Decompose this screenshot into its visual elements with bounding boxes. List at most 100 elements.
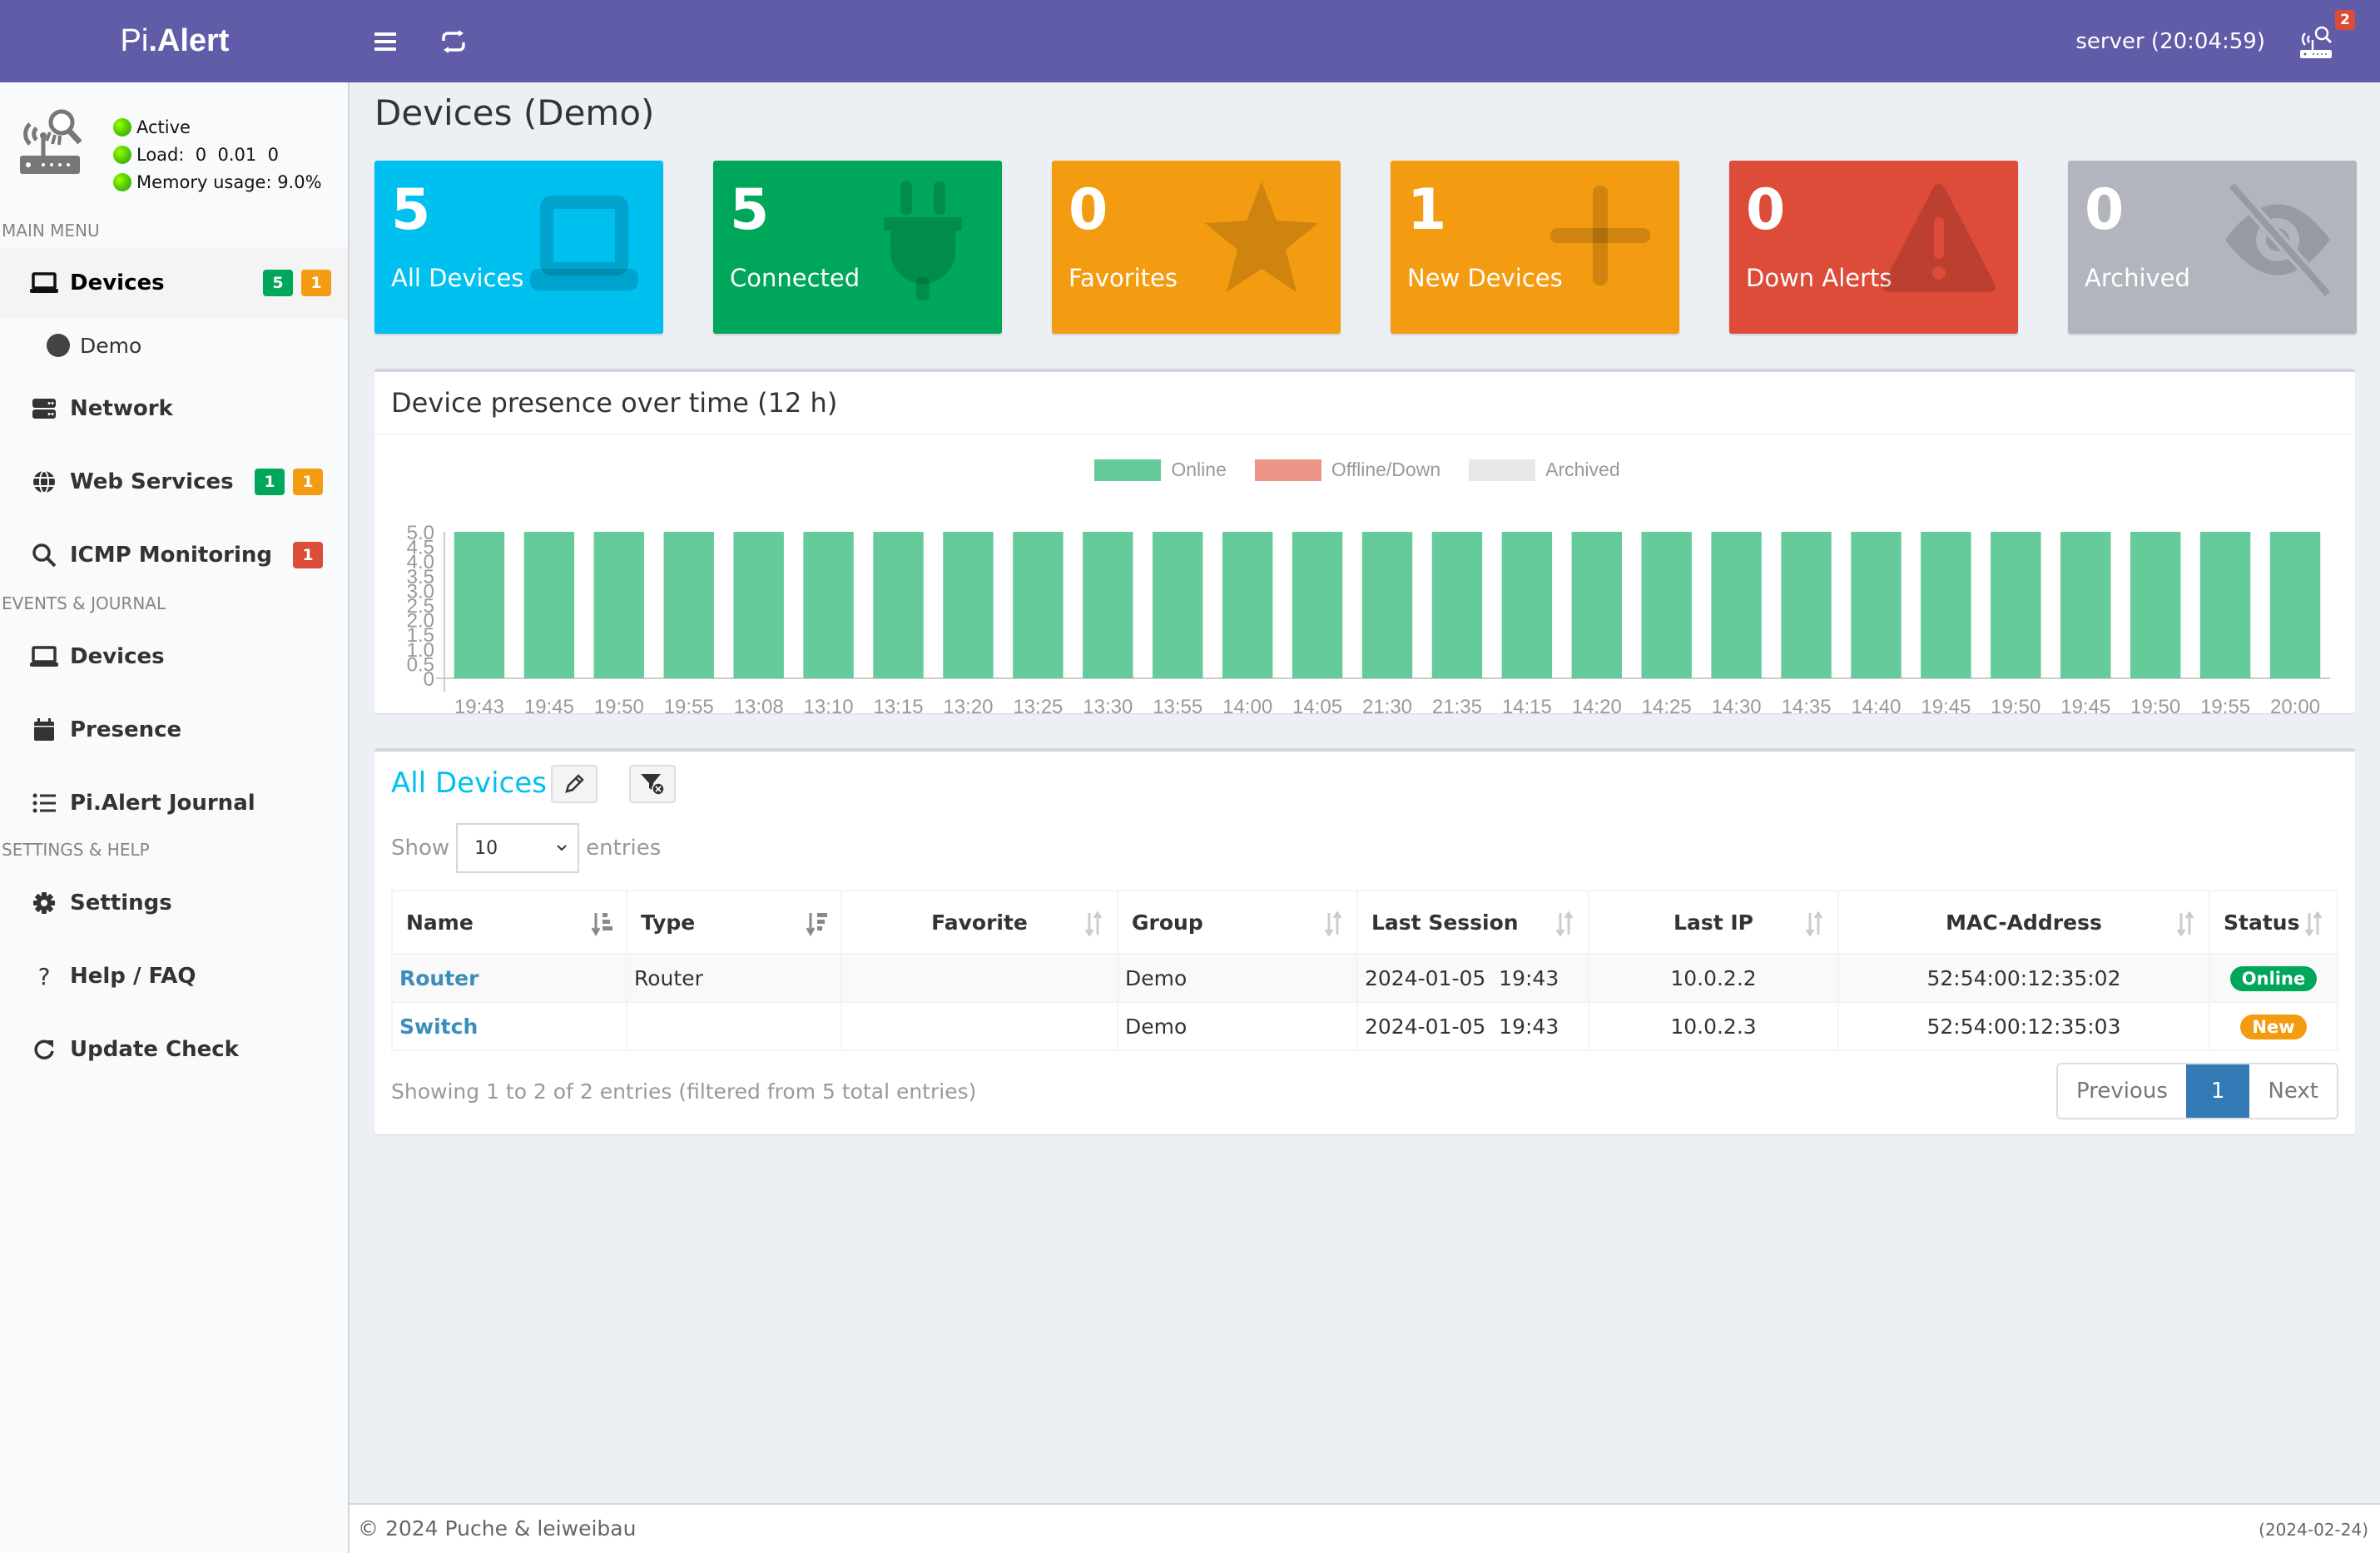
column-header-last-ip[interactable]: Last IP	[1588, 890, 1839, 955]
legend-item-offline[interactable]: Offline/Down	[1254, 459, 1440, 481]
clear-filter-button[interactable]	[629, 765, 676, 803]
sort-both-icon	[2176, 911, 2194, 936]
table-header-bar: All Devices	[374, 752, 2355, 810]
scan-status-text: Active	[136, 117, 191, 137]
x-tick-label: 14:05	[1292, 696, 1342, 718]
pagination-page-1[interactable]: 1	[2185, 1064, 2250, 1118]
stat-box-down-alerts[interactable]: 0 Down Alerts	[1729, 161, 2018, 334]
memory-status: Memory usage: 9.0%	[113, 172, 322, 192]
web-services-warning-badge: 1	[293, 469, 323, 495]
table-header-row: Name Type Favorite Group Last Session La…	[391, 890, 2338, 955]
copyright-text: © 2024 Puche & leiweibau	[358, 1516, 637, 1541]
memory-text: Memory usage: 9.0%	[136, 172, 322, 192]
page-footer: © 2024 Puche & leiweibau (2024-02-24)	[350, 1503, 2380, 1553]
pagination-previous[interactable]: Previous	[2057, 1064, 2186, 1118]
cell-type: Router	[626, 953, 842, 1003]
sidebar-item-devices[interactable]: Devices 5 1	[0, 247, 348, 319]
pagination-next[interactable]: Next	[2249, 1064, 2337, 1118]
logo-suffix: .Alert	[148, 23, 230, 58]
bar-online	[1501, 532, 1553, 678]
filter-clear-icon	[641, 774, 665, 796]
stat-label: Favorites	[1069, 264, 1178, 292]
server-icon	[30, 394, 58, 423]
bar-online	[1851, 532, 1902, 678]
sidebar-item-events-devices[interactable]: Devices	[0, 620, 348, 693]
column-header-status[interactable]: Status	[2209, 890, 2338, 955]
column-header-type[interactable]: Type	[626, 890, 842, 955]
bar-online	[1222, 532, 1273, 678]
column-label: Last Session	[1371, 910, 1519, 935]
devices-online-badge: 5	[263, 270, 293, 296]
warning-icon	[1882, 184, 1996, 292]
sidebar-item-settings[interactable]: Settings	[0, 866, 348, 940]
x-tick-label: 19:50	[2130, 696, 2180, 718]
edit-columns-button[interactable]	[551, 765, 597, 803]
sidebar-item-update-check[interactable]: Update Check	[0, 1013, 348, 1086]
sidebar-item-network[interactable]: Network	[0, 372, 348, 445]
legend-item-online[interactable]: Online	[1094, 459, 1227, 481]
column-header-last-session[interactable]: Last Session	[1356, 890, 1589, 955]
stat-box-connected[interactable]: 5 Connected	[713, 161, 1002, 334]
x-tick-label: 19:50	[1991, 696, 2040, 718]
table-row[interactable]: Switch Demo 2024-01-05 19:43 10.0.2.3 52…	[391, 1001, 2338, 1051]
x-tick-label: 19:45	[2060, 696, 2110, 718]
search-icon	[30, 541, 58, 569]
devices-table: Name Type Favorite Group Last Session La…	[391, 890, 2338, 1051]
status-dot-icon	[113, 118, 131, 136]
bar-online	[1921, 532, 1971, 678]
column-label: MAC-Address	[1946, 910, 2102, 935]
bar-online	[1083, 532, 1133, 678]
cell-last-session: 2024-01-05 19:43	[1356, 1001, 1589, 1051]
cell-last-ip: 10.0.2.2	[1588, 953, 1839, 1003]
cell-name: Router	[391, 953, 627, 1003]
sidebar-item-presence[interactable]: Presence	[0, 693, 348, 767]
legend-label: Archived	[1545, 459, 1620, 480]
sidebar-item-journal[interactable]: Pi.Alert Journal	[0, 767, 348, 840]
x-tick-label: 13:10	[804, 696, 854, 718]
alert-count-badge: 2	[2335, 9, 2355, 30]
bar-online	[1991, 532, 2041, 678]
chevron-down-icon	[557, 845, 567, 851]
x-tick-label: 13:20	[943, 696, 993, 718]
page-length-control: Show 10 entries	[391, 823, 661, 873]
sidebar-item-help[interactable]: ? Help / FAQ	[0, 940, 348, 1013]
icmp-down-badge: 1	[293, 542, 323, 568]
sort-both-icon	[1555, 911, 1574, 936]
sidebar-item-demo[interactable]: Demo	[0, 319, 348, 372]
alerts-button[interactable]: 2	[2297, 9, 2355, 62]
column-header-name[interactable]: Name	[391, 890, 627, 955]
bar-online	[663, 532, 714, 678]
stat-box-all-devices[interactable]: 5 All Devices	[374, 161, 663, 334]
page-length-select[interactable]: 10	[456, 823, 580, 873]
bar-online	[523, 532, 575, 678]
legend-item-archived[interactable]: Archived	[1469, 459, 1620, 481]
sort-asc-active-icon	[591, 913, 612, 936]
column-header-mac-address[interactable]: MAC-Address	[1837, 890, 2210, 955]
star-icon	[1205, 181, 1318, 292]
sidebar-toggle-button[interactable]	[366, 22, 404, 61]
column-header-group[interactable]: Group	[1117, 890, 1358, 955]
sidebar-item-label: Devices	[70, 644, 165, 669]
stat-box-new-devices[interactable]: 1 New Devices	[1391, 161, 1679, 334]
bar-online	[943, 532, 994, 678]
stat-box-archived[interactable]: 0 Archived	[2068, 161, 2357, 334]
app-logo[interactable]: Pi .Alert	[0, 0, 350, 82]
column-header-favorite[interactable]: Favorite	[840, 890, 1118, 955]
x-tick-label: 21:30	[1362, 696, 1412, 718]
sidebar-item-label: Web Services	[70, 469, 234, 494]
web-services-online-badge: 1	[255, 469, 285, 495]
sidebar-item-icmp-monitoring[interactable]: ICMP Monitoring 1	[0, 518, 348, 592]
table-title[interactable]: All Devices	[391, 767, 547, 800]
sidebar-item-label: Update Check	[70, 1037, 239, 1062]
sidebar-item-web-services[interactable]: Web Services 1 1	[0, 445, 348, 518]
x-tick-label: 13:08	[734, 696, 784, 718]
sort-both-icon	[1805, 911, 1823, 936]
reload-button[interactable]	[434, 22, 473, 61]
device-link[interactable]: Switch	[399, 1015, 478, 1039]
device-link[interactable]: Router	[399, 966, 478, 990]
table-row[interactable]: Router Router Demo 2024-01-05 19:43 10.0…	[391, 953, 2338, 1003]
sort-both-icon	[1084, 911, 1103, 936]
stat-box-favorites[interactable]: 0 Favorites	[1052, 161, 1341, 334]
x-tick-label: 19:45	[524, 696, 574, 718]
sidebar-item-label: Presence	[70, 717, 182, 742]
